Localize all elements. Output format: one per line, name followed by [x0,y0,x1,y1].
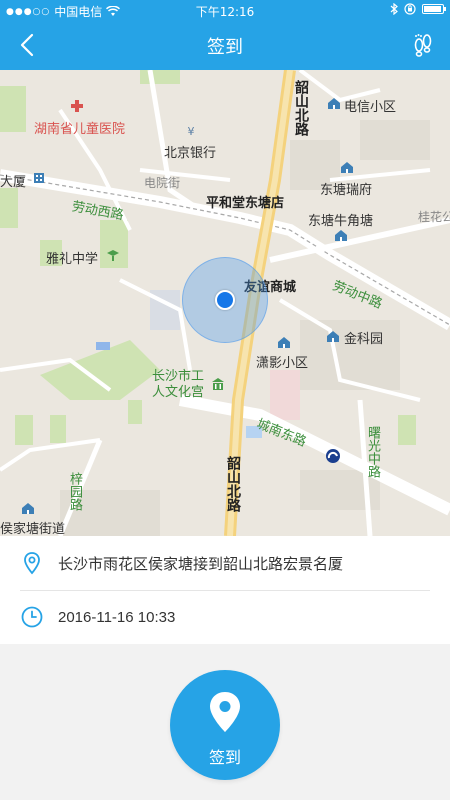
map-label-hospital: 湖南省儿童医院 [34,121,126,136]
map-label-dongtang-ruifu: 东塘瑞府 [320,182,373,197]
signin-button[interactable]: 签到 [170,670,280,780]
building-marker-icon[interactable] [32,170,46,184]
school-marker-icon[interactable] [106,248,120,262]
map-label-jinkeyuan: 金科园 [344,331,384,346]
map-label-xiaoying: 潇影小区 [256,355,309,370]
status-time: 下午12:16 [195,5,255,19]
residential-marker-icon[interactable] [21,501,35,515]
location-pin-icon [210,692,240,732]
map-label-ziyuan-road: 梓园路 [68,472,83,511]
current-location-marker [215,290,235,310]
battery-icon [422,4,446,14]
location-info-card: 长沙市雨花区侯家塘接到韶山北路宏景名厦 2016-11-16 10:33 [0,536,450,644]
map-label-houjiatang-street: 侯家塘街道 [0,521,66,536]
map-label-guihua: 桂花公 [418,210,450,224]
residential-marker-icon[interactable] [334,228,348,242]
map-label-shaoshan-north-road: 韶山北路 [294,80,310,136]
bluetooth-icon [390,3,398,15]
svg-text:¥: ¥ [188,125,195,138]
time-row: 2016-11-16 10:33 [0,590,450,644]
nav-header: 签到 [0,20,450,70]
signin-button-label: 签到 [208,748,241,767]
clock-icon [21,606,43,628]
map-label-yali-school: 雅礼中学 [46,251,99,266]
map-label-bank: 北京银行 [164,145,217,160]
bank-marker-icon[interactable]: ¥ [184,124,198,138]
datetime-text: 2016-11-16 10:33 [58,608,176,626]
map-label-pinghetang: 平和堂东塘店 [206,195,285,210]
landmark-marker-icon[interactable] [211,377,225,391]
map-label-shaoshan-north-road-2: 韶山北路 [226,456,242,512]
rotation-lock-icon [404,3,416,15]
address-row: 长沙市雨花区侯家塘接到韶山北路宏景名厦 [0,536,450,590]
map-view[interactable]: ¥ 湖南省儿童医院 北京银行 电院街 大厦 劳动西路 雅礼中学 平和堂东塘店 韶… [0,70,450,536]
map-label-shuguang-middle-road: 曙光中路 [366,426,381,478]
footprint-icon[interactable] [408,30,438,60]
residential-marker-icon[interactable] [326,329,340,343]
metro-marker-icon[interactable] [325,448,341,464]
hospital-marker-icon[interactable] [70,99,84,113]
location-pin-icon [24,552,40,575]
map-label-dianyuan-street: 电院街 [144,176,181,190]
residential-marker-icon[interactable] [327,96,341,110]
map-label-dongtang-niujiaotang: 东塘牛角塘 [308,213,374,228]
address-text: 长沙市雨花区侯家塘接到韶山北路宏景名厦 [58,555,344,573]
map-label-dianxin: 电信小区 [344,99,397,114]
map-label-dasha: 大厦 [0,174,27,189]
page-title: 签到 [207,37,243,58]
status-bar: ●●●○○ 中国电信 下午12:16 [0,0,450,20]
map-label-worker-cultural-palace: 长沙市工 人文化宫 [152,368,205,399]
residential-marker-icon[interactable] [340,160,354,174]
residential-marker-icon[interactable] [277,335,291,349]
